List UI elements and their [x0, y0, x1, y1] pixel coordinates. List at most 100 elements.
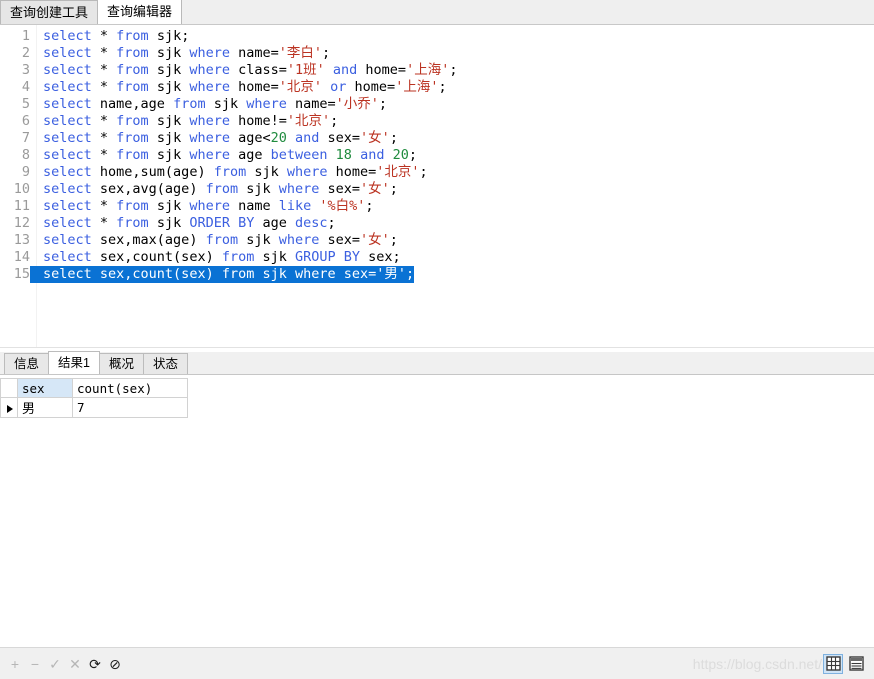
code-token: age< — [229, 130, 271, 146]
cancel-change-button[interactable]: ✕ — [66, 655, 84, 673]
code-line[interactable]: 11 select * from sjk where name like '%白%… — [0, 198, 874, 215]
code-token: ; — [322, 45, 331, 61]
code-line[interactable]: 15 select sex,count(sex) from sjk where s… — [0, 266, 874, 283]
code-token: age — [229, 147, 271, 163]
code-token: ; — [330, 113, 339, 129]
line-number: 1 — [21, 28, 30, 44]
line-number: 4 — [21, 79, 30, 95]
code-token: name= — [286, 96, 336, 112]
code-token: 20 — [270, 130, 287, 146]
code-token: sjk — [148, 45, 190, 61]
code-line-text[interactable]: select sex,count(sex) from sjk GROUP BY … — [30, 249, 401, 266]
result-tab-profile[interactable]: 概况 — [98, 353, 144, 374]
code-token: from — [116, 215, 149, 231]
code-line[interactable]: 9 select home,sum(age) from sjk where hom… — [0, 164, 874, 181]
grid-column-header-count[interactable]: count(sex) — [72, 378, 188, 398]
code-line[interactable]: 7 select * from sjk where age<20 and sex=… — [0, 130, 874, 147]
code-token: '女' — [360, 232, 390, 248]
code-token: where — [189, 113, 230, 129]
code-token: name — [229, 198, 279, 214]
code-token: select — [43, 215, 92, 231]
code-token: from — [116, 45, 149, 61]
code-line-text[interactable]: select name,age from sjk where name='小乔'… — [30, 96, 387, 113]
code-token: where — [278, 232, 320, 248]
code-line[interactable]: 1 select * from sjk; — [0, 28, 874, 45]
code-token: from — [116, 113, 149, 129]
code-line-text[interactable]: select * from sjk ORDER BY age desc; — [30, 215, 336, 232]
code-token: sex= — [335, 266, 377, 282]
tab-query-editor[interactable]: 查询编辑器 — [97, 0, 183, 24]
code-line-text[interactable]: select home,sum(age) from sjk where home… — [30, 164, 428, 181]
code-line[interactable]: 6 select * from sjk where home!='北京'; — [0, 113, 874, 130]
code-token: 18 — [335, 147, 352, 163]
code-line[interactable]: 12 select * from sjk ORDER BY age desc; — [0, 215, 874, 232]
result-grid[interactable]: sex count(sex) 男 7 — [0, 378, 188, 418]
code-token: where — [246, 96, 287, 112]
code-line-text[interactable]: select * from sjk where class='1班' and h… — [30, 62, 457, 79]
code-token: from — [116, 198, 149, 214]
bottom-toolbar: + − ✓ ✕ ⟳ ⊘ https://blog.csdn.net/ — [0, 647, 874, 679]
code-token: select — [43, 181, 92, 197]
code-line[interactable]: 8 select * from sjk where age between 18 … — [0, 147, 874, 164]
code-line[interactable]: 4 select * from sjk where home='北京' or ho… — [0, 79, 874, 96]
code-token: ; — [438, 79, 447, 95]
code-token: from — [116, 147, 149, 163]
code-line-text[interactable]: select sex,count(sex) from sjk where sex… — [30, 266, 415, 283]
code-token: select — [43, 232, 92, 248]
code-token: where — [189, 62, 230, 78]
add-record-button[interactable]: + — [6, 655, 24, 673]
code-token: ; — [449, 62, 458, 78]
code-token: * — [91, 147, 117, 163]
grid-view-button[interactable] — [823, 653, 843, 674]
result-grid-container[interactable]: sex count(sex) 男 7 — [0, 375, 874, 418]
delete-record-button[interactable]: − — [26, 655, 44, 673]
code-token: select — [43, 147, 92, 163]
result-tab-result1[interactable]: 结果1 — [48, 351, 100, 374]
code-line[interactable]: 3 select * from sjk where class='1班' and … — [0, 62, 874, 79]
line-number: 8 — [21, 147, 30, 163]
code-token: * — [91, 62, 117, 78]
refresh-button[interactable]: ⟳ — [86, 655, 104, 673]
code-token: class= — [229, 62, 287, 78]
grid-column-header-sex[interactable]: sex — [17, 378, 73, 398]
code-token: sjk — [254, 249, 295, 265]
code-line[interactable]: 2 select * from sjk where name='李白'; — [0, 45, 874, 62]
code-token: '北京' — [278, 79, 323, 95]
code-line[interactable]: 10 select sex,avg(age) from sjk where sex… — [0, 181, 874, 198]
apply-change-button[interactable]: ✓ — [46, 655, 64, 673]
tab-query-builder[interactable]: 查询创建工具 — [0, 0, 99, 24]
grid-cell-count[interactable]: 7 — [72, 397, 188, 418]
code-token: '李白' — [278, 45, 323, 61]
code-line[interactable]: 13 select sex,max(age) from sjk where sex… — [0, 232, 874, 249]
code-token: '北京' — [286, 113, 331, 129]
code-line-text[interactable]: select * from sjk where age between 18 a… — [30, 147, 417, 164]
code-token: select — [43, 28, 92, 44]
line-number: 2 — [21, 45, 30, 61]
result-tab-status[interactable]: 状态 — [142, 353, 188, 374]
stop-button[interactable]: ⊘ — [106, 655, 124, 673]
code-line-text[interactable]: select * from sjk where name='李白'; — [30, 45, 330, 62]
code-area[interactable]: 1 select * from sjk; 2 select * from sjk wh… — [0, 28, 874, 347]
form-view-button[interactable] — [846, 654, 866, 674]
code-token: desc — [295, 215, 328, 231]
code-line-text[interactable]: select * from sjk where age<20 and sex='… — [30, 130, 398, 147]
code-line-text[interactable]: select * from sjk where home!='北京'; — [30, 113, 338, 130]
code-line-text[interactable]: select * from sjk where home='北京' or hom… — [30, 79, 447, 96]
sql-editor[interactable]: 1 select * from sjk; 2 select * from sjk wh… — [0, 25, 874, 347]
code-line-text[interactable]: select * from sjk where name like '%白%'; — [30, 198, 374, 215]
code-line-text[interactable]: select sex,max(age) from sjk where sex='… — [30, 232, 398, 249]
code-line[interactable]: 5 select name,age from sjk where name='小乔… — [0, 96, 874, 113]
code-line-text[interactable]: select * from sjk; — [30, 28, 189, 45]
grid-cell-sex[interactable]: 男 — [17, 397, 73, 418]
code-token: where — [189, 79, 230, 95]
table-row[interactable]: 男 7 — [0, 397, 188, 418]
code-token: home= — [229, 79, 279, 95]
code-token: where — [189, 45, 230, 61]
code-line-text[interactable]: select sex,avg(age) from sjk where sex='… — [30, 181, 398, 198]
code-line[interactable]: 14 select sex,count(sex) from sjk GROUP B… — [0, 249, 874, 266]
line-number: 11 — [13, 198, 30, 214]
code-token: ; — [327, 215, 336, 231]
result-tab-info[interactable]: 信息 — [4, 353, 50, 374]
